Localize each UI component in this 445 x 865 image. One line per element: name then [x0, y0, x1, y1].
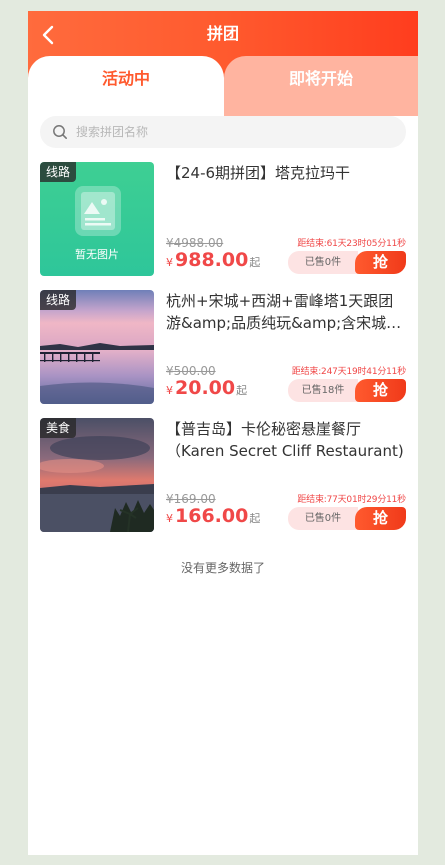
original-price: ¥4988.00 — [166, 236, 224, 250]
grab-button[interactable]: 抢 — [355, 507, 406, 530]
category-tag: 线路 — [40, 162, 77, 182]
item-title: 杭州+宋城+西湖+雷峰塔1天跟团游&amp;品质纯玩&amp;含宋城千古情 — [166, 292, 402, 332]
sold-count: 已售18件 — [288, 379, 358, 402]
sold-count: 已售0件 — [288, 251, 358, 274]
grab-button[interactable]: 抢 — [355, 251, 406, 274]
group-price: ¥988.00起 — [166, 249, 260, 271]
currency-symbol: ¥ — [166, 384, 173, 397]
item-image-lake-sunset: 线路 — [40, 290, 154, 404]
list-item[interactable]: 美食 【普吉岛】卡伦秘密悬崖餐厅（Karen Secret Cliff Rest… — [40, 418, 406, 532]
search-bar[interactable] — [40, 116, 406, 148]
category-tag: 线路 — [40, 290, 77, 310]
price-value: 988.00 — [175, 249, 249, 271]
price-suffix: 起 — [236, 384, 248, 397]
price-suffix: 起 — [249, 512, 261, 525]
no-image-label: 暂无图片 — [75, 248, 119, 261]
item-title: 【普吉岛】卡伦秘密悬崖餐厅（Karen Secret Cliff Restaur… — [166, 420, 404, 460]
price-value: 166.00 — [175, 505, 249, 527]
sold-count: 已售0件 — [288, 507, 358, 530]
category-tag: 美食 — [40, 418, 77, 438]
header: 拼团 活动中 即将开始 — [28, 11, 418, 116]
search-icon — [53, 125, 67, 139]
item-title: 【24-6期拼团】塔克拉玛干 — [166, 164, 351, 182]
original-price: ¥500.00 — [166, 364, 216, 378]
currency-symbol: ¥ — [166, 512, 173, 525]
group-price: ¥20.00起 — [166, 377, 247, 399]
tab-upcoming[interactable]: 即将开始 — [224, 56, 418, 116]
app-screen: 拼团 活动中 即将开始 搜索拼团名称 暂无图片 线路 【24-6期拼团】塔克拉玛… — [28, 11, 418, 855]
currency-symbol: ¥ — [166, 256, 173, 269]
page-title: 拼团 — [206, 24, 239, 43]
item-image-placeholder: 暂无图片 线路 — [40, 162, 154, 276]
countdown: 距结束:77天01时29分11秒 — [297, 495, 406, 505]
group-price: ¥166.00起 — [166, 505, 260, 527]
list-item[interactable]: 暂无图片 线路 【24-6期拼团】塔克拉玛干 ¥4988.00 ¥988.00起… — [40, 162, 406, 276]
price-suffix: 起 — [249, 256, 261, 269]
no-more-data: 没有更多数据了 — [180, 561, 265, 575]
item-image-cliff-sunset: 美食 — [40, 418, 154, 532]
original-price: ¥169.00 — [166, 492, 216, 506]
list-item[interactable]: 线路 杭州+宋城+西湖+雷峰塔1天跟团游&amp;品质纯玩&amp;含宋城千古情… — [40, 290, 406, 404]
price-value: 20.00 — [175, 377, 236, 399]
grab-button[interactable]: 抢 — [355, 379, 406, 402]
countdown: 距结束:247天19时41分11秒 — [291, 367, 406, 377]
countdown: 距结束:61天23时05分11秒 — [297, 239, 406, 249]
tab-active[interactable]: 活动中 — [28, 56, 224, 116]
search-input[interactable] — [76, 125, 376, 139]
